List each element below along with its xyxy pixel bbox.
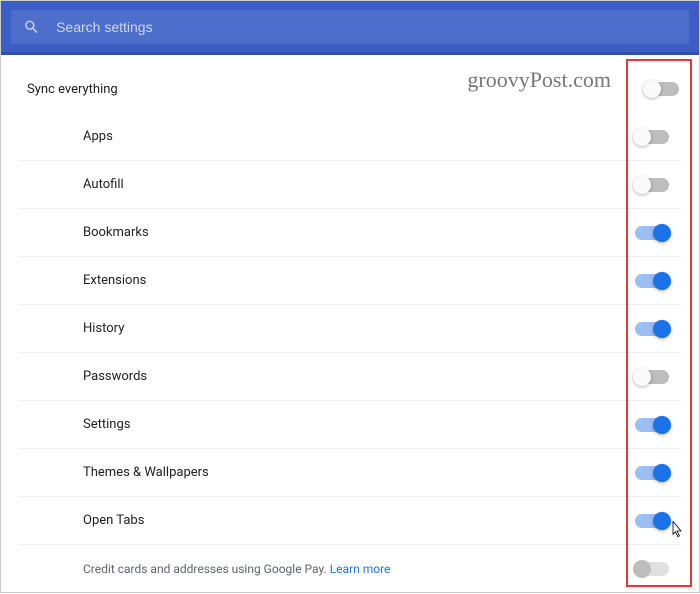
sync-item-toggle[interactable] xyxy=(635,322,669,336)
sync-item-label: Extensions xyxy=(83,273,635,288)
sync-item-label: Themes & Wallpapers xyxy=(83,465,635,480)
sync-item-row: Open Tabs xyxy=(19,497,681,545)
sync-item-toggle[interactable] xyxy=(635,130,669,144)
sync-item-row: Bookmarks xyxy=(19,209,681,257)
sync-item-toggle[interactable] xyxy=(635,514,669,528)
sync-everything-row: Sync everything xyxy=(9,65,691,113)
search-input[interactable] xyxy=(56,19,677,35)
sync-settings-panel: Sync everything Apps Autofill Bookmarks Ext… xyxy=(1,55,699,594)
sync-item-row: Apps xyxy=(19,113,681,161)
credit-cards-row: Credit cards and addresses using Google … xyxy=(19,545,681,593)
sync-everything-label: Sync everything xyxy=(27,82,118,97)
sync-item-label: Settings xyxy=(83,417,635,432)
search-bar[interactable] xyxy=(11,10,689,44)
sync-item-toggle[interactable] xyxy=(635,226,669,240)
sync-item-label: Apps xyxy=(83,129,635,144)
learn-more-link[interactable]: Learn more xyxy=(330,562,391,576)
sync-item-label: Passwords xyxy=(83,369,635,384)
sync-item-row: Settings xyxy=(19,401,681,449)
sync-item-toggle[interactable] xyxy=(635,274,669,288)
sync-item-toggle[interactable] xyxy=(635,178,669,192)
credit-cards-label: Credit cards and addresses using Google … xyxy=(83,562,635,576)
sync-item-row: Extensions xyxy=(19,257,681,305)
sync-item-toggle[interactable] xyxy=(635,466,669,480)
sync-item-label: Autofill xyxy=(83,177,635,192)
sync-everything-toggle[interactable] xyxy=(645,82,679,96)
sync-item-label: History xyxy=(83,321,635,336)
search-icon xyxy=(23,18,40,36)
settings-header xyxy=(1,1,699,55)
sync-item-row: History xyxy=(19,305,681,353)
credit-cards-toggle[interactable] xyxy=(635,562,669,576)
sync-item-label: Bookmarks xyxy=(83,225,635,240)
sync-item-toggle[interactable] xyxy=(635,418,669,432)
sync-item-toggle[interactable] xyxy=(635,370,669,384)
sync-item-row: Autofill xyxy=(19,161,681,209)
sync-item-row: Passwords xyxy=(19,353,681,401)
sync-item-row: Themes & Wallpapers xyxy=(19,449,681,497)
sync-item-label: Open Tabs xyxy=(83,513,635,528)
